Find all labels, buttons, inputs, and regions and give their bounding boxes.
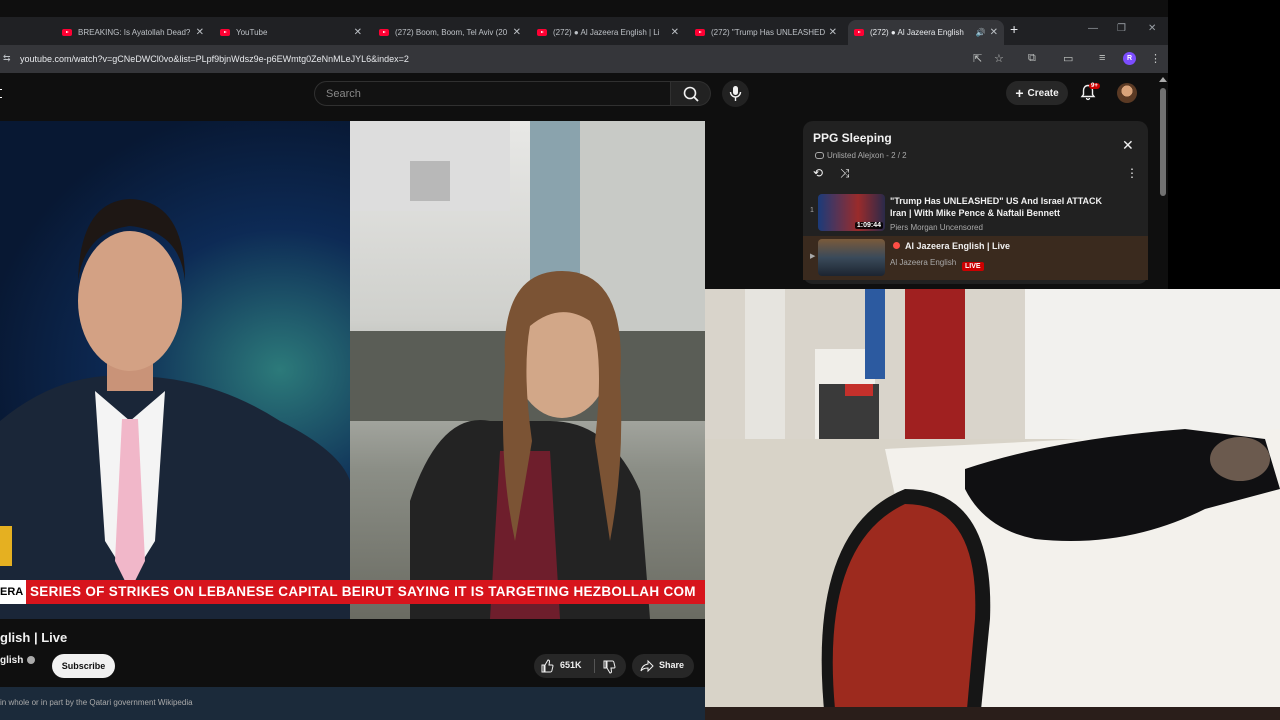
scroll-up-arrow-icon[interactable]	[1159, 77, 1167, 82]
playlist-item[interactable]: 1 1:09:44 "Trump Has UNLEASHED" US And I…	[803, 191, 1148, 235]
close-window-icon[interactable]: ✕	[1148, 23, 1156, 34]
bookmark-star-icon[interactable]: ☆	[994, 52, 1004, 65]
playlist-item-current[interactable]: ▶ Al Jazeera English | Live Al Jazeera E…	[803, 236, 1148, 280]
site-info-icon[interactable]: ⇆	[3, 53, 11, 64]
anchor-video-panel	[0, 121, 350, 619]
playlist-title[interactable]: PPG Sleeping	[813, 131, 892, 145]
tab-6-active[interactable]: (272) ● Al Jazeera English 🔊 ✕	[848, 20, 1004, 45]
like-count: 651K	[560, 660, 582, 670]
youtube-favicon-icon	[537, 29, 547, 36]
channel-name[interactable]: glish	[0, 655, 23, 666]
share-icon	[640, 659, 654, 673]
notification-badge: 9+	[1089, 83, 1100, 89]
verified-badge-icon	[27, 656, 35, 664]
playlist-item-title: Al Jazeera English | Live	[905, 241, 1011, 251]
thumbs-up-icon[interactable]	[540, 659, 554, 673]
like-divider	[594, 659, 595, 673]
playlist-more-icon[interactable]: ⋮	[1126, 166, 1138, 180]
tab-5[interactable]: (272) "Trump Has UNLEASHED" ✕	[689, 20, 843, 45]
youtube-favicon-icon	[379, 29, 389, 36]
news-anchor-image	[0, 199, 350, 619]
voice-search-button[interactable]	[722, 80, 749, 107]
ticker-channel-tag: ERA	[0, 580, 26, 604]
create-button[interactable]: + Create	[1006, 81, 1068, 105]
tab-close-icon[interactable]: ✕	[354, 27, 362, 38]
shuffle-icon[interactable]: ⤨	[840, 166, 850, 181]
webcam-overlay	[705, 289, 1280, 720]
video-player[interactable]: ERA SERIES OF STRIKES ON LEBANESE CAPITA…	[0, 121, 705, 619]
tab-1[interactable]: BREAKING: Is Ayatollah Dead? – ✕	[56, 20, 210, 45]
reporter-video-panel	[350, 121, 705, 619]
extensions-icon[interactable]: ⧉	[1028, 52, 1036, 65]
playlist-item-channel: Piers Morgan Uncensored	[890, 223, 983, 232]
youtube-favicon-icon	[695, 29, 705, 36]
new-tab-button[interactable]: +	[1010, 21, 1018, 37]
loop-icon[interactable]: ⟲	[813, 166, 823, 180]
sidepanel-icon[interactable]: ▭	[1063, 52, 1073, 65]
live-dot-icon	[893, 242, 900, 249]
webcam-room-image	[705, 289, 1280, 720]
search-icon	[683, 86, 699, 102]
speaker-icon[interactable]: 🔊	[976, 28, 986, 37]
duration-badge: 1:09:44	[854, 222, 883, 229]
scrollbar-thumb[interactable]	[1160, 88, 1166, 196]
hamburger-menu-icon[interactable]	[0, 89, 2, 98]
url-text[interactable]: youtube.com/watch?v=gCNeDWCl0vo&list=PLp…	[20, 54, 409, 64]
video-title: glish | Live	[0, 630, 68, 645]
tab-4[interactable]: (272) ● Al Jazeera English | Li ✕	[531, 20, 685, 45]
minimize-icon[interactable]: —	[1088, 23, 1098, 34]
playlist-item-channel: Al Jazeera English	[890, 258, 957, 267]
tab-close-icon[interactable]: ✕	[513, 27, 521, 38]
tab-close-icon[interactable]: ✕	[829, 27, 837, 38]
field-reporter-image	[350, 121, 705, 619]
share-button[interactable]: Share	[632, 654, 694, 678]
tab-close-icon[interactable]: ✕	[196, 27, 204, 38]
tab-close-icon[interactable]: ✕	[671, 27, 679, 38]
restore-icon[interactable]: ❐	[1117, 23, 1126, 34]
unlisted-icon	[815, 152, 824, 159]
search-placeholder: Search	[326, 88, 361, 100]
tab-2[interactable]: YouTube ✕	[214, 20, 368, 45]
profile-avatar[interactable]: R	[1123, 52, 1136, 65]
ticker-headline: SERIES OF STRIKES ON LEBANESE CAPITAL BE…	[30, 584, 696, 599]
search-input[interactable]: Search	[314, 81, 671, 106]
close-playlist-icon[interactable]: ✕	[1122, 137, 1134, 154]
youtube-favicon-icon	[220, 29, 230, 36]
tab-3[interactable]: (272) Boom, Boom, Tel Aviv (20 ✕	[373, 20, 527, 45]
video-thumbnail	[818, 239, 885, 276]
playlist-meta: Unlisted Alejxon - 2 / 2	[827, 151, 907, 160]
subscribe-button[interactable]: Subscribe	[52, 654, 115, 678]
youtube-favicon-icon	[62, 29, 72, 36]
thumbs-down-icon[interactable]	[602, 660, 616, 674]
install-app-icon[interactable]: ⇱	[973, 52, 982, 65]
kebab-menu-icon[interactable]: ⋮	[1150, 52, 1161, 65]
address-bar: ⇆ youtube.com/watch?v=gCNeDWCl0vo&list=P…	[0, 45, 1168, 73]
account-avatar[interactable]	[1117, 83, 1137, 103]
reading-list-icon[interactable]: ≡	[1099, 52, 1105, 64]
youtube-header: Search + Create 9+	[0, 73, 1168, 121]
search-button[interactable]	[671, 81, 711, 106]
tab-close-icon[interactable]: ✕	[990, 27, 998, 38]
description-snippet: in whole or in part by the Qatari govern…	[0, 698, 193, 707]
live-badge: LIVE	[962, 262, 984, 271]
playlist-item-title: "Trump Has UNLEASHED" US And Israel ATTA…	[890, 196, 1103, 218]
microphone-icon	[729, 86, 742, 101]
plus-icon: +	[1015, 85, 1024, 101]
youtube-favicon-icon	[854, 29, 864, 36]
tab-strip: BREAKING: Is Ayatollah Dead? – ✕ YouTube ✕…	[0, 17, 1168, 45]
video-thumbnail: 1:09:44	[818, 194, 885, 231]
